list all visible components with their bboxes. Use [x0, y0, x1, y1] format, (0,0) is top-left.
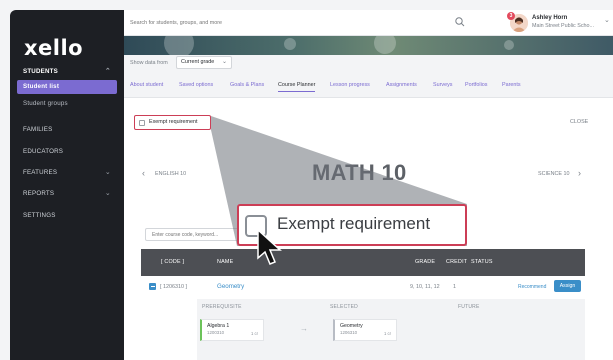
- grade-filter-value: Current grade: [181, 59, 215, 65]
- exempt-requirement-checkbox[interactable]: Exempt requirement: [134, 115, 211, 130]
- sidebar: xello STUDENTS ⌃ Student list Student gr…: [10, 10, 124, 360]
- tab-portfolios[interactable]: Portfolios: [465, 82, 487, 88]
- course-credit: 1: [453, 284, 456, 290]
- prerequisite-course-card[interactable]: Algebra 1 1200310 1 cr: [200, 319, 264, 341]
- app-frame: xello STUDENTS ⌃ Student list Student gr…: [0, 0, 613, 360]
- selected-course-card[interactable]: Geometry 1206310 1 cr: [333, 319, 397, 341]
- course-code-input[interactable]: [145, 228, 245, 241]
- card-course-credit: 1 cr: [251, 331, 258, 336]
- global-search-input[interactable]: [130, 14, 450, 31]
- selected-header: SELECTED: [330, 304, 358, 310]
- course-code: [ 1206310 ]: [160, 284, 187, 290]
- filter-label: Show data from: [130, 60, 168, 66]
- tab-surveys[interactable]: Surveys: [433, 82, 452, 88]
- exempt-requirement-label: Exempt requirement: [149, 119, 198, 125]
- tab-about-student[interactable]: About student: [130, 82, 163, 88]
- card-course-code: 1206310: [340, 330, 358, 335]
- tab-assignments[interactable]: Assignments: [386, 82, 417, 88]
- mouse-cursor-icon: [257, 228, 282, 265]
- sidebar-item-features[interactable]: FEATURES ⌄: [17, 166, 117, 180]
- xello-logo: xello: [24, 36, 84, 60]
- tab-course-planner[interactable]: Course Planner: [278, 82, 316, 92]
- sidebar-item-label: SETTINGS: [23, 212, 56, 219]
- next-course-link[interactable]: SCIENCE 10: [538, 171, 569, 177]
- grade-filter-select[interactable]: Current grade ⌄: [176, 56, 232, 69]
- sidebar-item-label: FAMILIES: [23, 126, 53, 133]
- sidebar-item-student-groups[interactable]: Student groups: [17, 97, 117, 111]
- sidebar-item-label: Student groups: [23, 100, 68, 107]
- close-button[interactable]: CLOSE: [570, 119, 588, 125]
- tab-saved-options[interactable]: Saved options: [179, 82, 213, 88]
- user-name: Ashley Horn: [532, 15, 568, 21]
- notification-badge: 3: [507, 12, 515, 20]
- sidebar-item-label: STUDENTS: [23, 68, 58, 75]
- column-header-grade: GRADE: [415, 259, 436, 265]
- arrow-right-icon: →: [300, 324, 308, 333]
- header-banner: [124, 36, 613, 55]
- sidebar-item-settings[interactable]: SETTINGS: [17, 209, 117, 223]
- card-course-name: Geometry: [340, 323, 363, 329]
- future-header: FUTURE: [458, 304, 480, 310]
- sidebar-item-reports[interactable]: REPORTS ⌄: [17, 187, 117, 201]
- course-table-header: [ CODE ] NAME GRADE CREDIT STATUS: [141, 249, 585, 276]
- chevron-down-icon: ⌄: [104, 190, 111, 197]
- column-header-name: NAME: [217, 259, 234, 265]
- user-school: Main Street Public Scho...: [532, 23, 595, 29]
- assign-button[interactable]: Assign: [554, 280, 581, 292]
- course-grade: 9, 10, 11, 12: [410, 284, 440, 290]
- chevron-up-icon: ⌃: [104, 68, 111, 75]
- tab-goals-plans[interactable]: Goals & Plans: [230, 82, 264, 88]
- chevron-down-icon: ⌄: [221, 59, 227, 65]
- sidebar-item-families[interactable]: FAMILIES: [17, 123, 117, 137]
- search-icon[interactable]: [454, 16, 466, 28]
- checkbox-icon: [139, 120, 145, 126]
- column-header-code: [ CODE ]: [161, 259, 185, 265]
- prerequisite-header: PREREQUISITE: [202, 304, 242, 310]
- sidebar-item-educators[interactable]: EDUCATORS: [17, 145, 117, 159]
- sidebar-item-label: EDUCATORS: [23, 148, 64, 155]
- sidebar-item-label: FEATURES: [23, 169, 58, 176]
- top-bar: 3 Ashley Horn Main Street Public Scho...…: [124, 10, 613, 36]
- course-name-link[interactable]: Geometry: [217, 283, 244, 290]
- card-course-name: Algebra 1: [207, 323, 230, 329]
- chevron-down-icon: ⌄: [104, 169, 111, 176]
- sidebar-item-students[interactable]: STUDENTS ⌃: [17, 65, 117, 79]
- tab-lesson-progress[interactable]: Lesson progress: [330, 82, 370, 88]
- chevron-right-icon[interactable]: ›: [578, 168, 581, 178]
- previous-course-link[interactable]: ENGLISH 10: [155, 171, 186, 177]
- collapse-icon[interactable]: [149, 283, 156, 290]
- sidebar-item-label: Student list: [23, 83, 60, 90]
- sidebar-item-label: REPORTS: [23, 190, 55, 197]
- zoomed-exempt-label: Exempt requirement: [277, 214, 431, 233]
- course-title: MATH 10: [312, 160, 407, 185]
- column-header-status: STATUS: [471, 259, 493, 265]
- chevron-down-icon: ⌄: [604, 17, 610, 24]
- tab-parents[interactable]: Parents: [502, 82, 521, 88]
- card-course-code: 1200310: [207, 330, 225, 335]
- chevron-left-icon[interactable]: ‹: [142, 168, 145, 178]
- user-menu[interactable]: 3 Ashley Horn Main Street Public Scho...…: [507, 12, 613, 34]
- card-course-credit: 1 cr: [384, 331, 391, 336]
- recommend-link[interactable]: Recommend: [518, 284, 546, 290]
- column-header-credit: CREDIT: [446, 259, 468, 265]
- sidebar-item-student-list[interactable]: Student list: [17, 80, 117, 94]
